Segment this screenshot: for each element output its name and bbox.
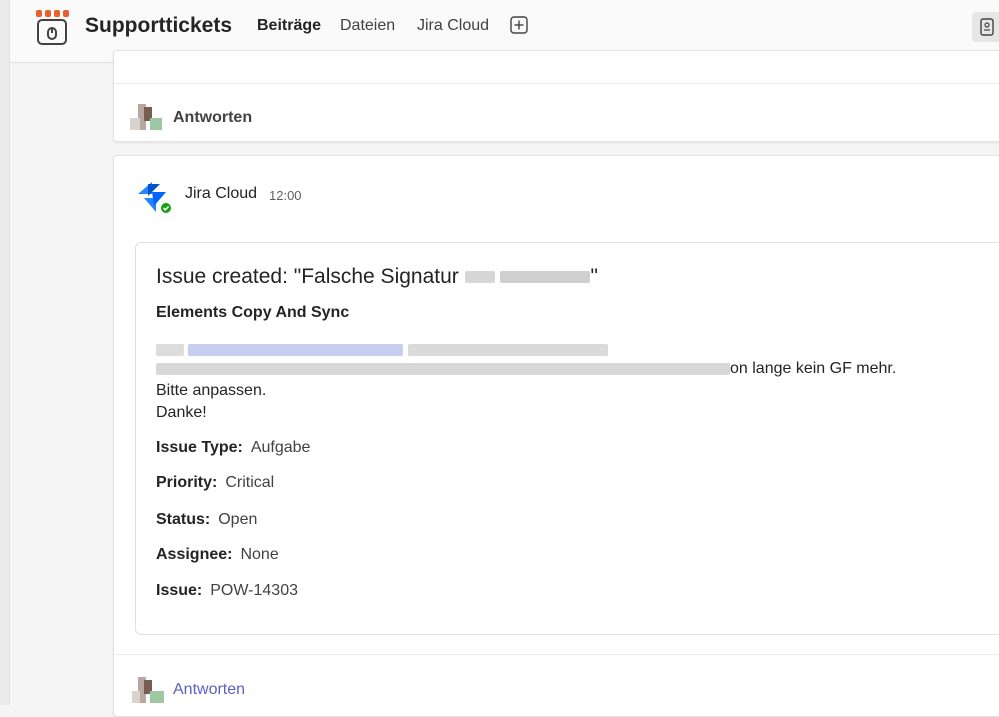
sender-name[interactable]: Jira Cloud [185,185,257,203]
issue-title: Issue created: "Falsche Signatur " [156,265,598,289]
fact-key: Issue: [156,582,203,599]
left-rail [0,0,10,705]
fact-issue-type: Issue Type: Aufgabe [156,439,310,457]
jira-logo-icon [138,182,173,215]
redacted-text [156,362,730,375]
fact-value: Critical [225,474,275,491]
channel-title: Supporttickets [85,14,233,37]
fact-value: Aufgabe [250,439,311,456]
description-tail: on lange kein GF mehr. [730,360,897,377]
store-icon [36,10,69,45]
redacted-text [464,271,495,284]
fact-key: Priority: [156,474,218,491]
issue-title-text: Issue created: "Falsche Signatur [156,265,459,288]
post-card: Jira Cloud 12:00 Issue created: "Falsche… [113,155,999,717]
fact-key: Status: [156,511,211,528]
previous-post-card: Antworten [113,50,999,142]
avatar [130,104,162,130]
description-line: Bitte anpassen. [156,382,267,399]
fact-key: Issue Type: [156,439,243,456]
divider [114,83,999,84]
fact-value: Open [218,511,258,528]
meeting-button[interactable] [972,12,999,42]
reply-button[interactable]: Antworten [173,109,252,127]
tab-beitraege[interactable]: Beiträge [257,17,321,35]
fact-issue: Issue: POW-14303 [156,582,298,600]
clipboard-icon [980,18,994,36]
add-tab-icon[interactable] [510,16,528,34]
description-line: Danke! [156,404,207,421]
issue-title-quote: " [590,265,598,288]
adaptive-card: Issue created: "Falsche Signatur " Eleme… [135,242,999,635]
description-line: on lange kein GF mehr. [156,360,896,378]
fact-assignee: Assignee: None [156,546,279,564]
avatar [132,677,164,703]
timestamp: 12:00 [269,188,302,203]
tab-jira-cloud[interactable]: Jira Cloud [417,17,489,35]
fact-key: Assignee: [156,546,233,563]
divider [114,654,999,655]
description-redacted [156,341,608,359]
fact-priority: Priority: Critical [156,474,274,492]
reply-button[interactable]: Antworten [173,681,245,699]
fact-status: Status: Open [156,511,257,529]
tab-dateien[interactable]: Dateien [340,17,395,35]
fact-value: POW-14303 [210,582,298,599]
project-name: Elements Copy And Sync [156,304,350,321]
fact-value: None [240,546,279,563]
redacted-text [500,271,591,284]
